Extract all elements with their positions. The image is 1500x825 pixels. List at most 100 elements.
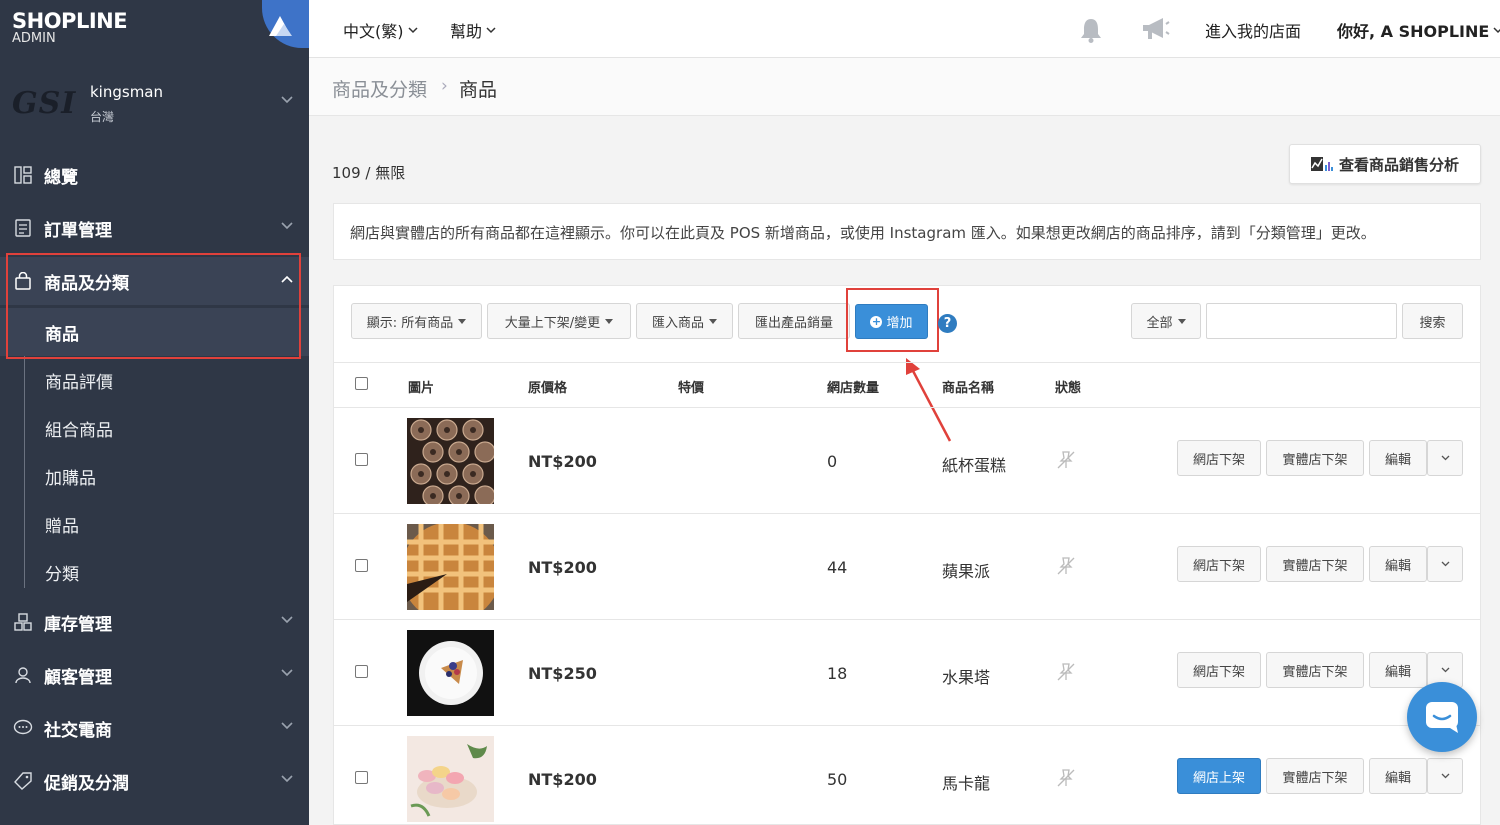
question-icon[interactable]: ? <box>938 314 957 333</box>
sidebar-subitem-label: 商品評價 <box>45 372 113 393</box>
help-dropdown[interactable]: 幫助 <box>450 18 496 42</box>
retail-store-toggle-button[interactable]: 實體店下架 <box>1266 546 1364 582</box>
language-dropdown[interactable]: 中文(繁) <box>343 18 418 42</box>
row-price: NT$200 <box>528 558 597 577</box>
chevron-down-icon <box>1441 667 1449 673</box>
language-label: 中文(繁) <box>343 22 404 41</box>
sidebar-item-label: 訂單管理 <box>44 220 112 241</box>
search-scope-dropdown[interactable]: 全部 <box>1131 303 1201 339</box>
sidebar-item-orders[interactable]: 訂單管理 <box>0 204 309 252</box>
sidebar-subitem-label: 組合商品 <box>45 420 113 441</box>
retail-store-toggle-button[interactable]: 實體店下架 <box>1266 440 1364 476</box>
chevron-down-icon <box>281 722 293 730</box>
order-icon <box>13 218 33 238</box>
account-menu[interactable]: 你好, A SHOPLINE <box>1337 18 1500 42</box>
row-product-name[interactable]: 紙杯蛋糕 <box>942 452 1006 476</box>
retail-store-toggle-button[interactable]: 實體店下架 <box>1266 758 1364 794</box>
row-checkbox[interactable] <box>355 453 368 466</box>
column-header-image: 圖片 <box>408 381 435 396</box>
brand-mark <box>262 0 309 48</box>
row-more-dropdown[interactable] <box>1427 758 1463 794</box>
import-products-dropdown[interactable]: 匯入商品 <box>636 303 733 339</box>
row-checkbox[interactable] <box>355 559 368 572</box>
chevron-down-icon <box>281 616 293 624</box>
megaphone-icon[interactable] <box>1139 14 1171 44</box>
shopline-logo[interactable]: SHOPLINE ADMIN <box>12 9 128 46</box>
row-checkbox[interactable] <box>355 665 368 678</box>
export-sales-button[interactable]: 匯出產品銷量 <box>738 303 850 339</box>
product-count: 109 / 無限 <box>332 164 406 182</box>
sidebar-subitem-categories[interactable]: 分類 <box>0 548 309 596</box>
store-logo: GSI <box>12 86 77 121</box>
logo-text: SHOPLINE <box>12 9 128 33</box>
enter-store-link[interactable]: 進入我的店面 <box>1205 18 1301 42</box>
online-store-toggle-button[interactable]: 網店下架 <box>1177 652 1261 688</box>
search-input[interactable] <box>1206 303 1397 339</box>
sidebar-item-customers[interactable]: 顧客管理 <box>0 651 309 699</box>
chart-icon <box>1310 157 1333 171</box>
store-name: kingsman <box>90 83 164 101</box>
live-chat-button[interactable] <box>1407 682 1477 752</box>
row-more-dropdown[interactable] <box>1427 440 1463 476</box>
chevron-down-icon <box>281 96 293 104</box>
export-sales-label: 匯出產品銷量 <box>754 315 833 331</box>
sidebar-item-social-commerce[interactable]: 社交電商 <box>0 704 309 752</box>
chevron-down-icon <box>281 775 293 783</box>
sidebar: SHOPLINE ADMIN GSI kingsman 台灣 總覽 訂單管理 商… <box>0 0 309 825</box>
online-store-toggle-button[interactable]: 網店下架 <box>1177 546 1261 582</box>
sidebar-subitem-reviews[interactable]: 商品評價 <box>0 356 309 404</box>
row-product-name[interactable]: 馬卡龍 <box>942 770 990 794</box>
row-price: NT$200 <box>528 770 597 789</box>
row-product-name[interactable]: 水果塔 <box>942 664 990 688</box>
edit-label: 編輯 <box>1384 664 1411 680</box>
online-store-toggle-button[interactable]: 網店下架 <box>1177 440 1261 476</box>
sidebar-subitem-gifts[interactable]: 贈品 <box>0 500 309 548</box>
search-button[interactable]: 搜索 <box>1402 303 1463 339</box>
breadcrumb-root[interactable]: 商品及分類 <box>332 75 427 102</box>
online-store-toggle-button[interactable]: 網店上架 <box>1177 758 1261 794</box>
sidebar-item-inventory[interactable]: 庫存管理 <box>0 598 309 646</box>
tag-icon <box>13 771 33 791</box>
table-header <box>333 362 1481 408</box>
macaron-photo[interactable] <box>407 736 494 822</box>
caret-down-icon <box>709 318 717 324</box>
row-checkbox[interactable] <box>355 771 368 784</box>
bell-icon[interactable] <box>1077 16 1105 44</box>
select-all-checkbox[interactable] <box>355 377 368 390</box>
column-header-quantity[interactable]: 網店數量 <box>827 377 879 396</box>
column-header-special-price[interactable]: 特價 <box>678 377 704 396</box>
sidebar-subitem-label: 贈品 <box>45 516 79 537</box>
edit-label: 編輯 <box>1384 770 1411 786</box>
row-quantity: 18 <box>827 664 848 683</box>
chevron-down-icon <box>1441 455 1449 461</box>
online-action-label: 網店下架 <box>1192 452 1245 468</box>
view-sales-analysis-button[interactable]: 查看商品銷售分析 <box>1289 144 1481 184</box>
sidebar-subitem-label: 加購品 <box>45 468 96 489</box>
retail-store-toggle-button[interactable]: 實體店下架 <box>1266 652 1364 688</box>
sidebar-item-promotions[interactable]: 促銷及分潤 <box>0 757 309 805</box>
apple-pie-photo[interactable] <box>407 524 494 610</box>
cupcake-photo[interactable] <box>407 418 494 504</box>
row-product-name[interactable]: 蘋果派 <box>942 558 990 582</box>
brand-mountain-icon <box>269 16 292 36</box>
edit-button[interactable]: 編輯 <box>1369 546 1427 582</box>
sidebar-item-overview[interactable]: 總覽 <box>0 151 309 199</box>
column-header-price[interactable]: 原價格 <box>528 377 567 396</box>
store-action-label: 實體店下架 <box>1282 558 1348 574</box>
import-label: 匯入商品 <box>651 315 704 331</box>
column-header-name[interactable]: 商品名稱 <box>942 377 994 396</box>
store-switcher[interactable]: GSI kingsman 台灣 <box>0 70 309 136</box>
edit-button[interactable]: 編輯 <box>1369 758 1427 794</box>
info-notice: 網店與實體店的所有商品都在這裡顯示。你可以在此頁及 POS 新增商品，或使用 I… <box>333 203 1481 260</box>
display-filter-dropdown[interactable]: 顯示: 所有商品 <box>351 303 482 339</box>
fruit-tart-photo[interactable] <box>407 630 494 716</box>
caret-down-icon <box>605 318 614 324</box>
sidebar-item-label: 顧客管理 <box>44 667 112 688</box>
row-more-dropdown[interactable] <box>1427 546 1463 582</box>
edit-button[interactable]: 編輯 <box>1369 440 1427 476</box>
sidebar-subitem-bundles[interactable]: 組合商品 <box>0 404 309 452</box>
edit-button[interactable]: 編輯 <box>1369 652 1427 688</box>
logo-subtext: ADMIN <box>12 31 56 46</box>
sidebar-subitem-addons[interactable]: 加購品 <box>0 452 309 500</box>
bulk-update-dropdown[interactable]: 大量上下架/變更 <box>487 303 631 339</box>
